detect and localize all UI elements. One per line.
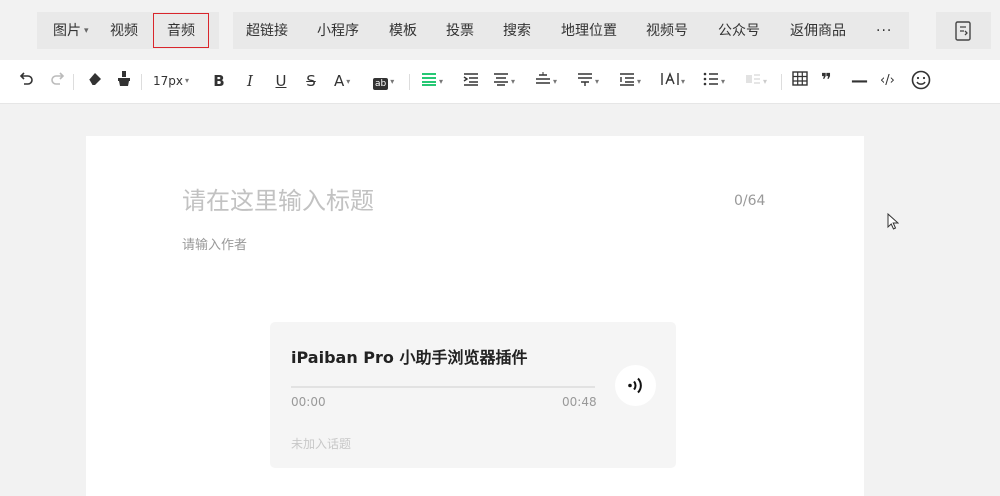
- redo-icon: [51, 72, 65, 85]
- insert-video-button[interactable]: 视频: [110, 21, 138, 41]
- audio-duration: 00:48: [562, 395, 597, 409]
- title-counter: 0/64: [734, 193, 766, 209]
- indent-button[interactable]: [463, 70, 479, 92]
- insert-search-button[interactable]: 搜索: [503, 21, 531, 41]
- toolbar-divider: [781, 74, 782, 90]
- undo-button[interactable]: [18, 70, 36, 92]
- divider-button[interactable]: —: [851, 70, 868, 92]
- letter-spacing-icon: [661, 72, 679, 85]
- insert-account-button[interactable]: 公众号: [718, 21, 760, 41]
- float-icon: [746, 74, 760, 84]
- document-icon: [955, 21, 971, 41]
- toolbar-divider: [141, 74, 142, 90]
- insert-channels-button[interactable]: 视频号: [646, 21, 688, 41]
- underline-button[interactable]: U: [274, 70, 288, 92]
- bold-button[interactable]: B: [212, 70, 226, 92]
- font-size-select[interactable]: 17px ▾: [153, 70, 189, 92]
- background-color-button[interactable]: ab ▾: [373, 70, 394, 92]
- insert-toolbar: 图片 ▾ 视频 音频 超链接 小程序 模板 投票 搜索 地理位置 视频号 公众号 …: [0, 0, 1000, 60]
- list-button[interactable]: ▾: [703, 70, 725, 92]
- align-left-icon: [422, 73, 436, 86]
- undo-icon: [19, 72, 33, 85]
- table-icon: [792, 71, 808, 86]
- eraser-icon: [88, 73, 101, 86]
- brush-icon: [118, 71, 130, 86]
- editor-page: 请在这里输入标题 0/64 请输入作者 iPaiban Pro 小助手浏览器插件…: [86, 136, 864, 496]
- audio-current-time: 00:00: [291, 395, 326, 409]
- italic-button[interactable]: I: [243, 70, 257, 92]
- line-height-icon: [620, 73, 634, 86]
- table-button[interactable]: [792, 70, 808, 92]
- paragraph-spacing-icon: [578, 73, 592, 86]
- insert-audio-button[interactable]: 音频: [167, 21, 195, 41]
- insert-product-button[interactable]: 返佣商品: [790, 21, 846, 41]
- vertical-align-icon: [536, 72, 550, 84]
- sound-wave-icon: [628, 377, 642, 394]
- author-input[interactable]: 请输入作者: [182, 234, 247, 253]
- toolbar-divider: [409, 74, 410, 90]
- quote-button[interactable]: ❞: [821, 70, 832, 92]
- format-painter-button[interactable]: [114, 70, 134, 92]
- strikethrough-button[interactable]: S: [304, 70, 318, 92]
- code-button[interactable]: ‹/›: [880, 70, 895, 92]
- insert-location-button[interactable]: 地理位置: [561, 21, 617, 41]
- list-icon: [703, 72, 718, 86]
- topic-placeholder[interactable]: 未加入话题: [291, 435, 351, 452]
- mouse-cursor-icon: [887, 213, 899, 230]
- more-button[interactable]: ···: [876, 21, 892, 41]
- redo-button[interactable]: [48, 70, 66, 92]
- paragraph-spacing-button[interactable]: ▾: [577, 70, 599, 92]
- insert-image-button[interactable]: 图片 ▾: [53, 21, 89, 41]
- indent-icon: [463, 73, 478, 86]
- audio-progress-track[interactable]: [291, 386, 595, 388]
- vertical-align-button[interactable]: ▾: [535, 70, 557, 92]
- audio-play-button[interactable]: [615, 365, 656, 406]
- insert-template-button[interactable]: 模板: [389, 21, 417, 41]
- format-toolbar: 17px ▾ B I U S A ▾ ab ▾ ▾ ▾ ▾ ▾ ▾ ▾ ▾ ▾ ❞ —…: [0, 60, 1000, 104]
- align-center-icon: [494, 73, 508, 86]
- clear-format-button[interactable]: [84, 70, 104, 92]
- emoji-icon: [911, 70, 931, 90]
- title-input[interactable]: 请在这里输入标题: [182, 184, 374, 218]
- toolbar-divider: [73, 74, 74, 90]
- line-height-button[interactable]: ▾: [619, 70, 641, 92]
- insert-vote-button[interactable]: 投票: [446, 21, 474, 41]
- insert-link-button[interactable]: 超链接: [246, 21, 288, 41]
- insert-miniprogram-button[interactable]: 小程序: [317, 21, 359, 41]
- align-left-button[interactable]: ▾: [421, 70, 443, 92]
- emoji-button[interactable]: [911, 70, 931, 92]
- audio-card[interactable]: iPaiban Pro 小助手浏览器插件 00:00 00:48 未加入话题: [270, 322, 676, 468]
- font-color-button[interactable]: A ▾: [334, 70, 350, 92]
- align-center-button[interactable]: ▾: [493, 70, 515, 92]
- page-panel-button[interactable]: [936, 12, 991, 49]
- audio-title: iPaiban Pro 小助手浏览器插件: [291, 348, 528, 367]
- letter-spacing-button[interactable]: ▾: [661, 70, 685, 92]
- float-button[interactable]: ▾: [745, 70, 767, 92]
